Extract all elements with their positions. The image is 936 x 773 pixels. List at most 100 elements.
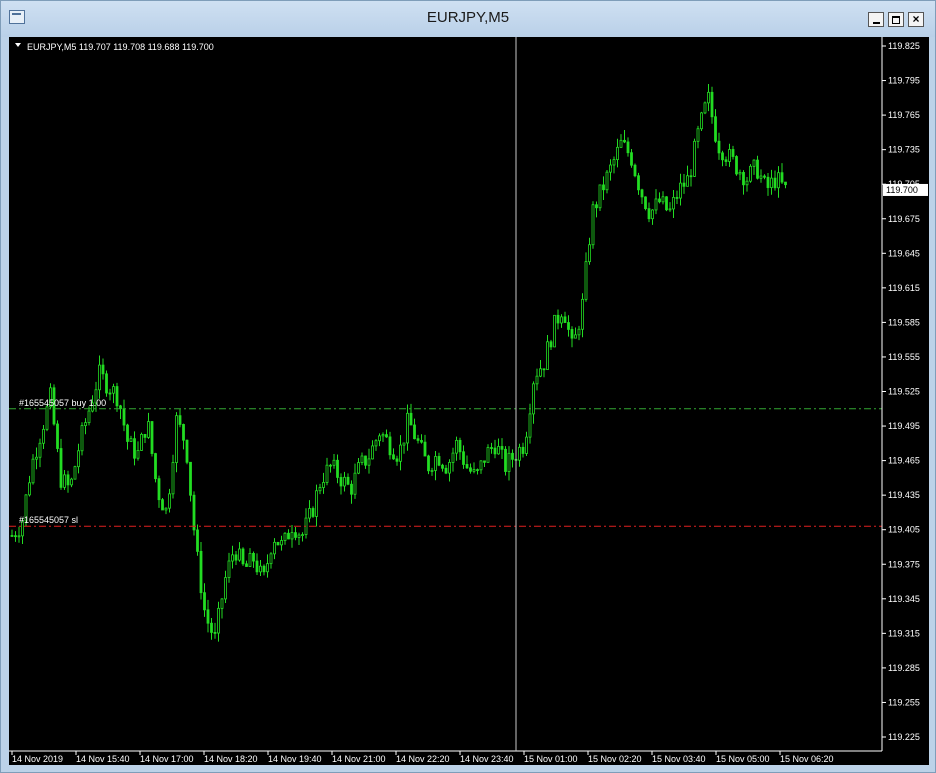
candle-body [752,159,756,167]
candle-body [255,560,259,573]
candle-body [763,175,766,178]
candle-body [528,413,532,438]
y-tick-label: 119.765 [888,110,920,120]
y-tick-label: 119.495 [888,421,920,431]
y-tick-label: 119.345 [888,594,920,604]
candle-body [234,554,238,561]
candle-body [441,464,444,469]
candle-body [724,159,728,162]
candle-body [371,445,374,460]
candle-body [742,172,745,186]
candle-body [717,140,721,154]
candle-body [560,316,563,324]
candle-body [780,172,784,183]
candle-body [766,176,770,188]
order-lines-layer: #165545057 buy 1.00 #165545057 sl [9,398,882,527]
candle-body [28,482,31,496]
candle-body [647,208,651,220]
collapse-triangle-icon[interactable] [15,43,21,47]
candle-body [546,341,549,370]
candle-body [367,458,371,466]
candle-body [759,175,763,179]
candle-body [196,529,199,552]
candle-body [329,464,332,467]
candle-body [38,442,42,458]
candle-body [686,175,689,187]
time-axis: 14 Nov 2019 14 Nov 15:40 14 Nov 17:00 14 No… [11,751,834,764]
candle-body [399,444,402,462]
candle-body [504,448,507,472]
candle-body [696,128,700,142]
x-tick-label: 14 Nov 23:40 [460,754,514,764]
candle-body [644,196,647,210]
maximize-button[interactable] [888,12,904,27]
candle-body [56,423,59,449]
candle-body [297,534,301,538]
candle-body [143,433,147,438]
y-tick-label: 119.435 [888,490,920,500]
candle-body [189,461,192,496]
window-title: EURJPY,M5 [426,9,510,26]
candle-body [574,334,577,339]
candle-body [133,438,136,459]
candle-body [637,175,640,191]
candle-body [542,368,546,371]
candle-body [182,424,185,441]
candle-body [63,474,66,488]
title-bar[interactable]: EURJPY,M5 × [1,1,935,37]
candle-body [105,373,108,394]
candle-body [735,156,738,175]
candle-body [280,540,283,546]
candle-body [595,204,598,209]
candle-body [178,415,182,425]
candle-body [171,462,175,495]
candle-body [395,458,399,462]
x-tick-label: 14 Nov 17:00 [140,754,194,764]
candle-body [700,112,703,130]
y-tick-label: 119.735 [888,145,920,155]
candle-body [122,408,126,426]
candle-body [563,316,567,323]
candle-body [602,184,605,191]
price-chart[interactable]: #165545057 buy 1.00 #165545057 sl 119.825… [9,37,929,765]
minimize-button[interactable] [868,12,884,27]
candle-body [458,439,462,453]
candle-body [203,592,206,611]
candle-body [402,442,406,446]
candle-body [77,450,80,468]
candle-body [479,460,483,471]
close-icon: × [912,12,920,26]
chart-canvas[interactable]: #165545057 buy 1.00 #165545057 sl 119.825… [9,37,929,765]
candle-body [710,91,714,118]
candle-body [437,456,441,466]
candle-body [192,494,196,531]
candle-body [364,455,367,466]
x-tick-label: 14 Nov 22:20 [396,754,450,764]
candle-body [626,141,630,154]
close-button[interactable]: × [908,12,924,27]
candle-body [322,482,325,488]
x-tick-label: 15 Nov 02:20 [588,754,642,764]
candle-body [147,421,150,438]
candle-body [378,435,381,442]
candle-body [168,493,171,509]
candle-body [206,609,210,624]
candle-body [66,474,70,486]
x-tick-label: 15 Nov 03:40 [652,754,706,764]
stop-loss-label: #165545057 sl [19,515,78,525]
candle-body [301,534,304,536]
candle-body [283,532,287,541]
candle-body [385,434,388,438]
candle-body [738,172,742,175]
candle-body [17,535,21,538]
candle-body [245,563,248,567]
candle-body [556,314,560,324]
candle-body [290,532,294,540]
candle-body [129,438,133,442]
x-tick-label: 15 Nov 01:00 [524,754,578,764]
candle-body [294,532,297,538]
candle-body [388,436,392,456]
candle-body [332,459,336,466]
candle-body [665,196,668,211]
candle-body [360,455,364,463]
